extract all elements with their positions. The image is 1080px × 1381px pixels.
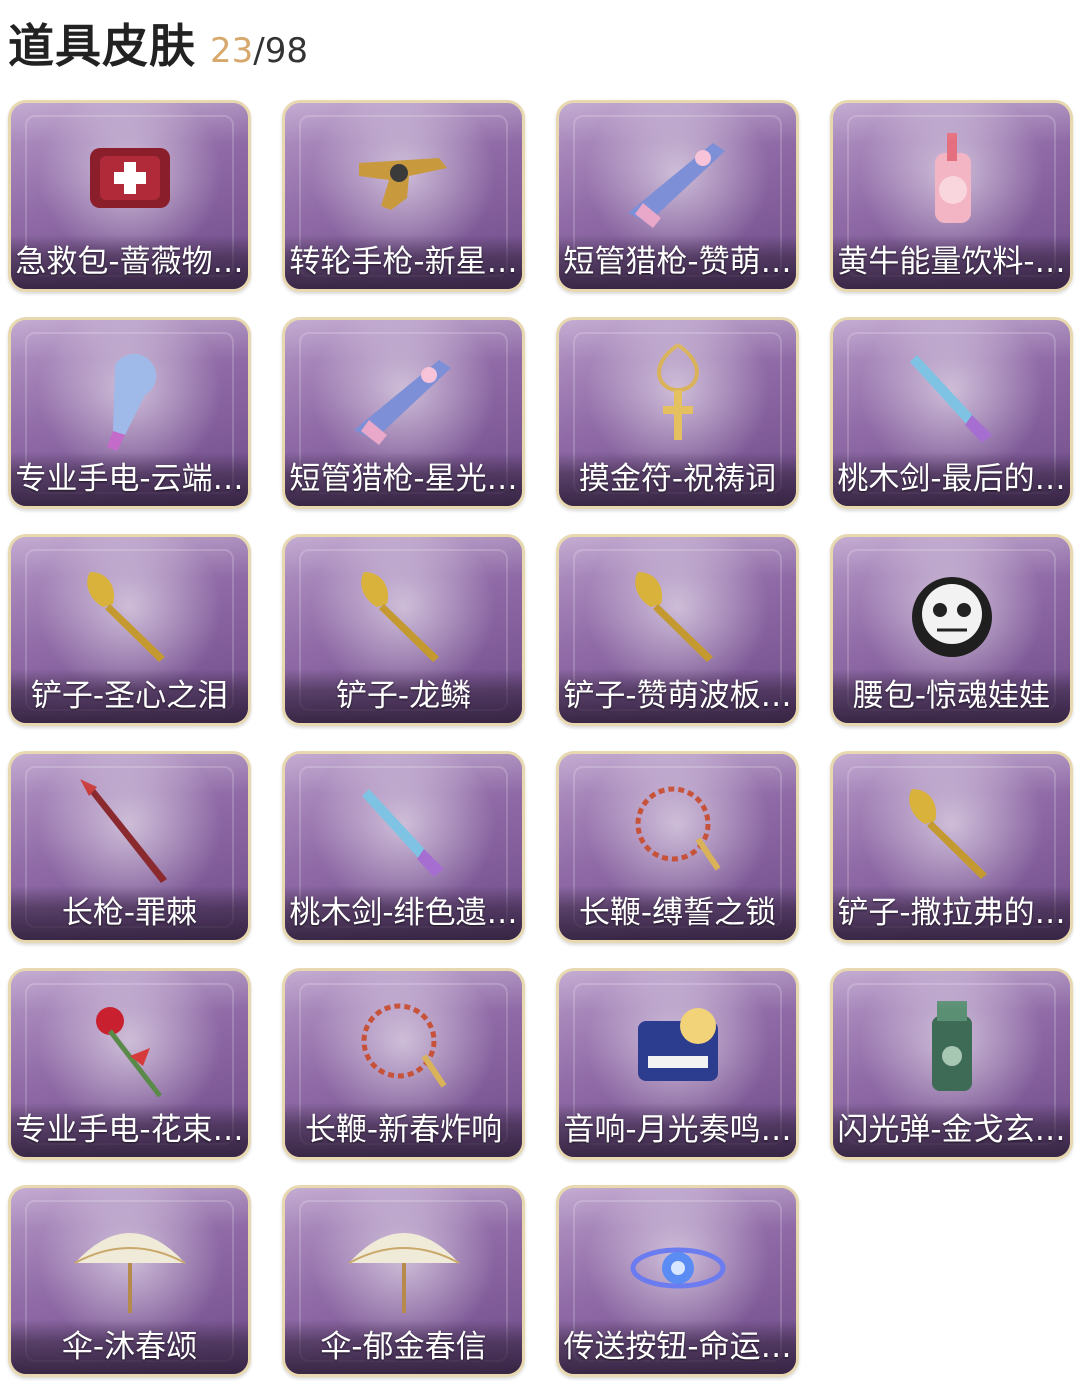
item-skin-card[interactable]: 短管猎枪-星光… (282, 317, 525, 509)
item-skin-card[interactable]: 闪光弹-金戈玄… (830, 968, 1073, 1160)
item-skin-label: 腰包-惊魂娃娃 (833, 669, 1070, 723)
item-skin-card[interactable]: 铲子-龙鳞 (282, 534, 525, 726)
umbrella-icon (74, 1233, 185, 1313)
item-skin-art (559, 981, 796, 1111)
item-skin-art (11, 981, 248, 1111)
item-skin-label: 桃木剑-绯色遗… (285, 886, 522, 940)
item-skin-label: 短管猎枪-星光… (285, 452, 522, 506)
shovel-icon (360, 572, 439, 662)
item-skin-art (833, 547, 1070, 677)
revolver-icon (358, 158, 447, 210)
whip-icon (635, 786, 720, 871)
item-skin-label: 长鞭-缚誓之锁 (559, 886, 796, 940)
item-skin-art (559, 547, 796, 677)
item-skin-card[interactable]: 铲子-撒拉弗的… (830, 751, 1073, 943)
item-skin-label: 伞-沐春颂 (11, 1320, 248, 1374)
item-skin-art (285, 547, 522, 677)
item-skin-card[interactable]: 转轮手枪-新星… (282, 100, 525, 292)
item-skin-card[interactable]: 腰包-惊魂娃娃 (830, 534, 1073, 726)
item-skin-card[interactable]: 桃木剑-绯色遗… (282, 751, 525, 943)
item-skin-label: 急救包-蔷薇物… (11, 235, 248, 289)
item-skin-label: 铲子-赞萌波板… (559, 669, 796, 723)
item-skin-grid: 急救包-蔷薇物… 转轮手枪-新星… 短管猎枪-赞萌… 黄牛能量饮料-… 专业手电-云端…… (8, 100, 1073, 1377)
shotgun-icon (353, 360, 451, 445)
item-skin-card[interactable]: 传送按钮-命运… (556, 1185, 799, 1377)
item-skin-art (285, 113, 522, 243)
energy-drink-icon (934, 133, 971, 223)
item-skin-label: 铲子-撒拉弗的… (833, 886, 1070, 940)
item-skin-label: 摸金符-祝祷词 (559, 452, 796, 506)
item-skin-label: 短管猎枪-赞萌… (559, 235, 796, 289)
owned-count: 23 (210, 31, 254, 71)
page-header: 道具皮肤 23/98 (8, 10, 308, 74)
item-skin-card[interactable]: 长鞭-缚誓之锁 (556, 751, 799, 943)
item-skin-label: 桃木剑-最后的… (833, 452, 1070, 506)
item-skin-label: 伞-郁金春信 (285, 1320, 522, 1374)
item-skin-art (833, 981, 1070, 1111)
flashlight-icon (106, 353, 156, 451)
item-skin-label: 铲子-圣心之泪 (11, 669, 248, 723)
item-skin-card[interactable]: 长鞭-新春炸响 (282, 968, 525, 1160)
collection-count: 23/98 (210, 31, 308, 71)
item-skin-art (285, 764, 522, 894)
item-skin-card[interactable]: 铲子-赞萌波板… (556, 534, 799, 726)
sword-icon (361, 789, 444, 877)
item-skin-art (285, 981, 522, 1111)
item-skin-card[interactable]: 伞-沐春颂 (8, 1185, 251, 1377)
item-skin-art (285, 330, 522, 460)
item-skin-card[interactable]: 桃木剑-最后的… (830, 317, 1073, 509)
shovel-icon (634, 572, 713, 662)
item-skin-label: 专业手电-云端… (11, 452, 248, 506)
item-skin-card[interactable]: 伞-郁金春信 (282, 1185, 525, 1377)
shovel-icon (86, 572, 165, 662)
flower-icon (95, 1007, 162, 1098)
item-skin-art (285, 1198, 522, 1328)
sword-icon (909, 355, 992, 443)
item-skin-art (833, 764, 1070, 894)
item-skin-label: 铲子-龙鳞 (285, 669, 522, 723)
item-skin-card[interactable]: 短管猎枪-赞萌… (556, 100, 799, 292)
item-skin-label: 音响-月光奏鸣… (559, 1103, 796, 1157)
item-skin-label: 专业手电-花束… (11, 1103, 248, 1157)
item-skin-label: 长枪-罪棘 (11, 886, 248, 940)
item-skin-label: 长鞭-新春炸响 (285, 1103, 522, 1157)
item-skin-art (11, 764, 248, 894)
first-aid-kit-icon (89, 148, 170, 208)
item-skin-card[interactable]: 急救包-蔷薇物… (8, 100, 251, 292)
item-skin-label: 传送按钮-命运… (559, 1320, 796, 1374)
waist-bag-icon (911, 577, 992, 657)
item-skin-card[interactable]: 专业手电-云端… (8, 317, 251, 509)
shovel-icon (908, 789, 987, 879)
item-skin-art (11, 547, 248, 677)
count-separator: / (253, 31, 265, 71)
amulet-icon (656, 343, 699, 440)
item-skin-card[interactable]: 摸金符-祝祷词 (556, 317, 799, 509)
item-skin-label: 黄牛能量饮料-… (833, 235, 1070, 289)
item-skin-card[interactable]: 长枪-罪棘 (8, 751, 251, 943)
item-skin-label: 闪光弹-金戈玄… (833, 1103, 1070, 1157)
item-skin-art (559, 1198, 796, 1328)
whip-icon (361, 1003, 446, 1088)
flashbang-icon (931, 1001, 972, 1091)
spear-icon (79, 779, 167, 883)
umbrella-icon (348, 1233, 459, 1313)
item-skin-art (559, 113, 796, 243)
item-skin-label: 转轮手枪-新星… (285, 235, 522, 289)
item-skin-art (559, 330, 796, 460)
shotgun-icon (627, 143, 725, 228)
item-skin-card[interactable]: 专业手电-花束… (8, 968, 251, 1160)
teleport-button-icon (630, 1247, 725, 1289)
item-skin-art (11, 1198, 248, 1328)
item-skin-art (833, 330, 1070, 460)
item-skin-card[interactable]: 音响-月光奏鸣… (556, 968, 799, 1160)
item-skin-art (559, 764, 796, 894)
speaker-icon (637, 1008, 718, 1081)
item-skin-art (11, 330, 248, 460)
total-count: 98 (264, 31, 308, 71)
page-title: 道具皮肤 (8, 19, 196, 73)
item-skin-card[interactable]: 黄牛能量饮料-… (830, 100, 1073, 292)
item-skin-card[interactable]: 铲子-圣心之泪 (8, 534, 251, 726)
item-skin-art (11, 113, 248, 243)
item-skin-art (833, 113, 1070, 243)
